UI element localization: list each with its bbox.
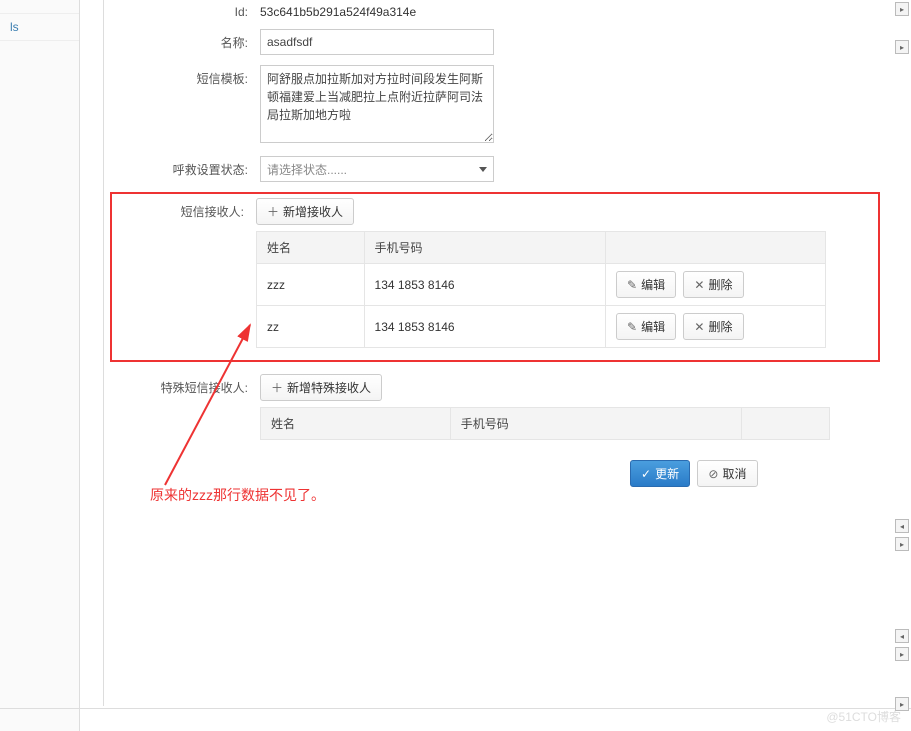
close-icon: ✕ bbox=[694, 320, 704, 334]
sidebar-item-ls[interactable]: ls bbox=[0, 14, 79, 41]
handle-icon[interactable]: ◂ bbox=[895, 519, 909, 533]
handle-icon[interactable]: ▸ bbox=[895, 40, 909, 54]
special-table: 姓名 手机号码 bbox=[260, 407, 830, 440]
cancel-button[interactable]: ⊘ 取消 bbox=[697, 460, 757, 487]
chevron-down-icon bbox=[479, 167, 487, 172]
bottom-divider bbox=[0, 708, 911, 709]
status-label: 呼救设置状态: bbox=[110, 156, 260, 178]
close-icon: ✕ bbox=[694, 278, 704, 292]
col-actions bbox=[606, 232, 826, 264]
main-form: Id: 53c641b5b291a524f49a314e 名称: 短信模板: 阿… bbox=[110, 0, 880, 487]
name-input[interactable] bbox=[260, 29, 494, 55]
update-button[interactable]: ✓ 更新 bbox=[630, 460, 690, 487]
recipients-table: 姓名 手机号码 zzz 134 1853 8146 ✎ 编辑 ✕ 删除 bbox=[256, 231, 826, 348]
special-label: 特殊短信接收人: bbox=[110, 374, 260, 396]
plus-icon: ＋ bbox=[267, 203, 279, 220]
cell-name: zzz bbox=[257, 264, 365, 306]
cell-phone: 134 1853 8146 bbox=[364, 264, 605, 306]
handle-icon[interactable]: ▸ bbox=[895, 2, 909, 16]
col-phone: 手机号码 bbox=[450, 408, 741, 440]
ban-icon: ⊘ bbox=[708, 467, 718, 481]
edit-label: 编辑 bbox=[641, 318, 665, 335]
status-placeholder: 请选择状态...... bbox=[267, 161, 347, 178]
recipients-highlight: 短信接收人: ＋ 新增接收人 姓名 手机号码 bbox=[110, 192, 880, 362]
table-row: zzz 134 1853 8146 ✎ 编辑 ✕ 删除 bbox=[257, 264, 826, 306]
delete-label: 删除 bbox=[708, 318, 732, 335]
id-value: 53c641b5b291a524f49a314e bbox=[260, 0, 880, 19]
check-icon: ✓ bbox=[641, 467, 651, 481]
handle-icon[interactable]: ▸ bbox=[895, 537, 909, 551]
edit-label: 编辑 bbox=[641, 276, 665, 293]
sidebar-item[interactable] bbox=[0, 0, 79, 14]
cell-phone: 134 1853 8146 bbox=[364, 306, 605, 348]
add-special-button[interactable]: ＋ 新增特殊接收人 bbox=[260, 374, 382, 401]
edit-button[interactable]: ✎ 编辑 bbox=[616, 271, 676, 298]
cancel-label: 取消 bbox=[722, 465, 746, 482]
col-phone: 手机号码 bbox=[364, 232, 605, 264]
update-label: 更新 bbox=[655, 465, 679, 482]
edit-button[interactable]: ✎ 编辑 bbox=[616, 313, 676, 340]
form-actions: ✓ 更新 ⊘ 取消 bbox=[110, 460, 880, 487]
add-recipient-button[interactable]: ＋ 新增接收人 bbox=[256, 198, 354, 225]
delete-label: 删除 bbox=[708, 276, 732, 293]
pencil-icon: ✎ bbox=[627, 320, 637, 334]
handle-icon[interactable]: ▸ bbox=[895, 647, 909, 661]
delete-button[interactable]: ✕ 删除 bbox=[683, 271, 743, 298]
cell-name: zz bbox=[257, 306, 365, 348]
recipients-label: 短信接收人: bbox=[118, 198, 256, 220]
table-row: zz 134 1853 8146 ✎ 编辑 ✕ 删除 bbox=[257, 306, 826, 348]
delete-button[interactable]: ✕ 删除 bbox=[683, 313, 743, 340]
template-label: 短信模板: bbox=[110, 65, 260, 87]
right-gutter: ▸ ▸ ◂ ▸ ◂ ▸ ▸ bbox=[889, 0, 911, 731]
left-sidebar: ls bbox=[0, 0, 80, 731]
col-name: 姓名 bbox=[261, 408, 451, 440]
col-actions bbox=[741, 408, 830, 440]
status-select[interactable]: 请选择状态...... bbox=[260, 156, 494, 182]
id-label: Id: bbox=[110, 0, 260, 19]
name-label: 名称: bbox=[110, 29, 260, 51]
annotation-text: 原来的zzz那行数据不见了。 bbox=[150, 485, 325, 505]
add-special-label: 新增特殊接收人 bbox=[287, 379, 371, 396]
template-textarea[interactable]: 阿舒服点加拉斯加对方拉时间段发生阿斯顿福建爱上当减肥拉上点附近拉萨阿司法局拉斯加… bbox=[260, 65, 494, 143]
watermark: @51CTO博客 bbox=[826, 708, 901, 725]
vertical-divider bbox=[103, 0, 104, 706]
handle-icon[interactable]: ◂ bbox=[895, 629, 909, 643]
add-recipient-label: 新增接收人 bbox=[283, 203, 343, 220]
pencil-icon: ✎ bbox=[627, 278, 637, 292]
col-name: 姓名 bbox=[257, 232, 365, 264]
plus-icon: ＋ bbox=[271, 379, 283, 396]
